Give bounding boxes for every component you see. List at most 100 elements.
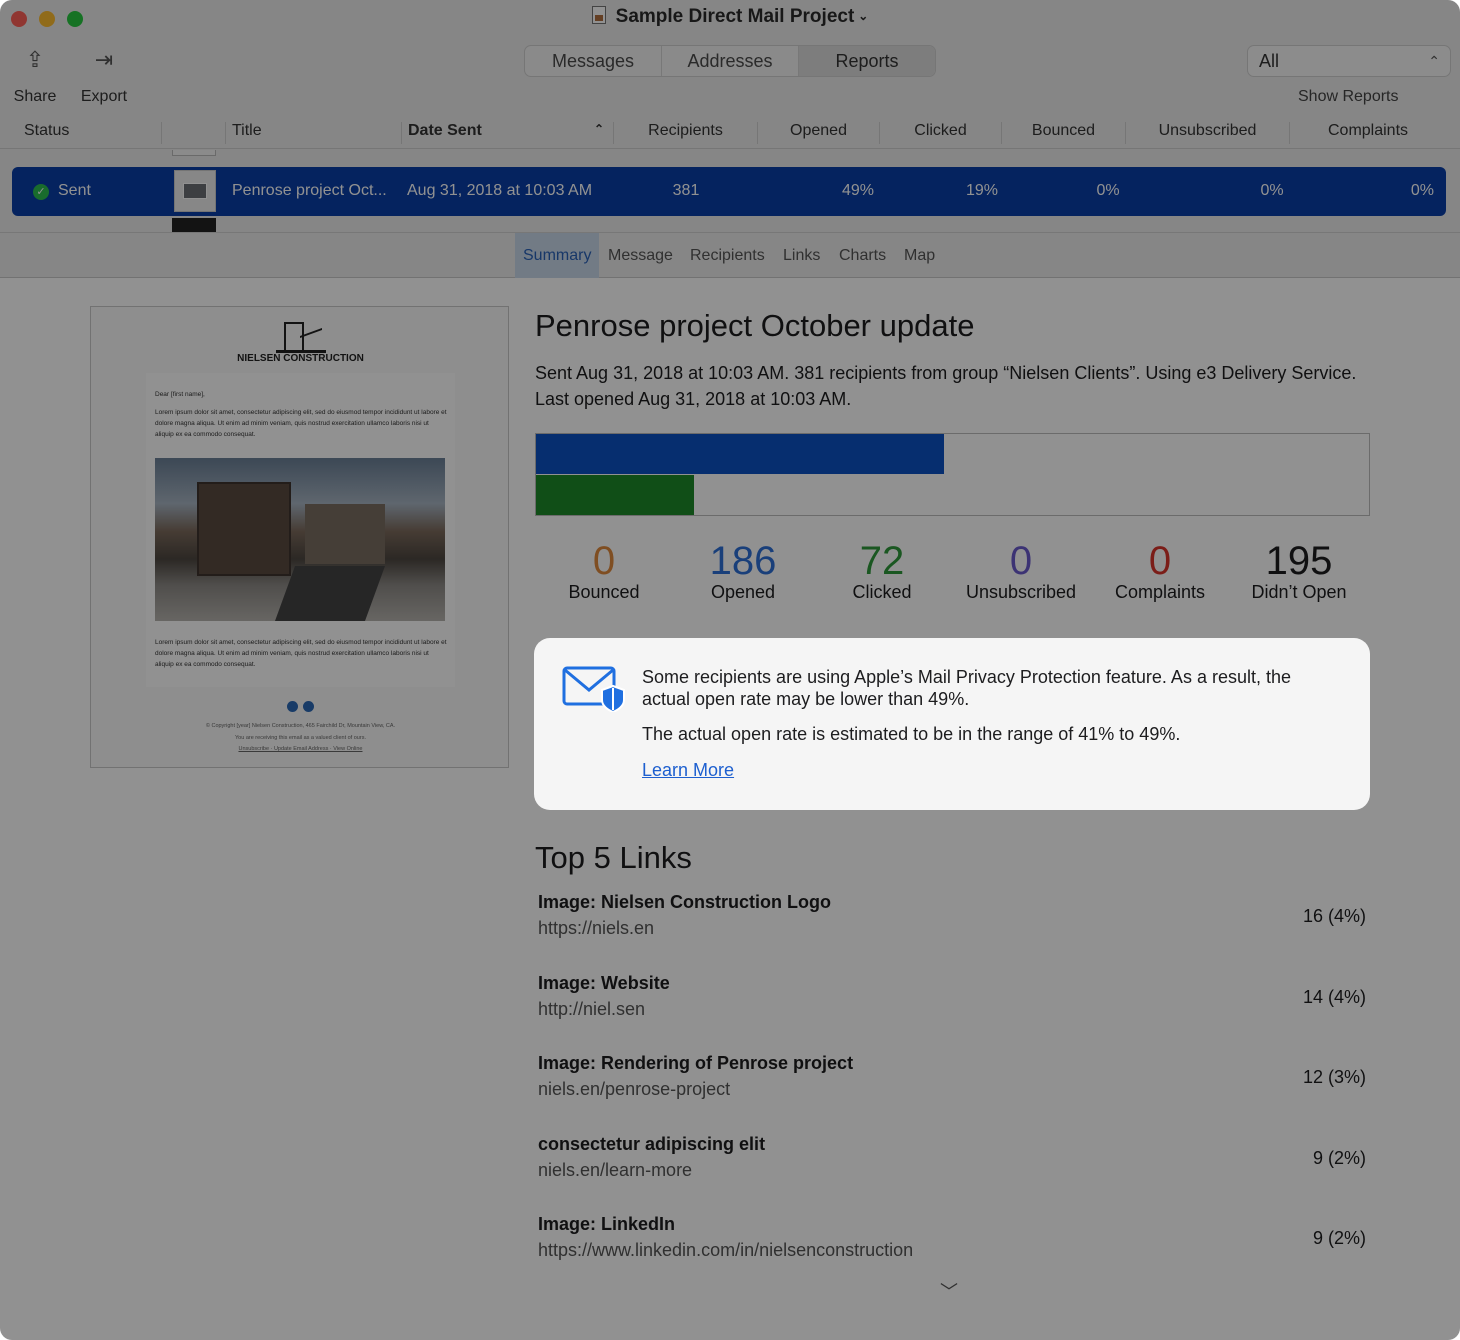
stat-bounced: 0 Bounced	[534, 536, 674, 603]
prev-row-thumbnail[interactable]	[172, 150, 216, 156]
export-label: Export	[80, 88, 128, 105]
export-button[interactable]: ⇥ Export	[74, 44, 134, 114]
stat-didnt-open-value: 195	[1265, 539, 1333, 583]
building-icon	[275, 321, 326, 353]
row-complaints: 0%	[1410, 182, 1434, 199]
row-opened: 49%	[841, 182, 875, 199]
opened-bar	[536, 434, 944, 474]
column-recipients[interactable]: Recipients	[614, 122, 758, 144]
share-button[interactable]: ⇪ Share	[5, 44, 65, 114]
show-reports-label: Show Reports	[1298, 88, 1399, 105]
linkedin-icon	[303, 701, 314, 712]
column-date-sent[interactable]: Date Sent ⌃	[408, 122, 614, 144]
website-icon	[287, 701, 298, 712]
email-paragraph-2: Lorem ipsum dolor sit amet, consectetur …	[155, 639, 447, 668]
stat-clicked: 72 Clicked	[812, 536, 952, 603]
tab-reports[interactable]: Reports	[799, 46, 935, 76]
next-row-thumbnail[interactable]	[172, 218, 216, 232]
updown-chevron-icon: ⌃	[1428, 53, 1440, 69]
column-clicked[interactable]: Clicked	[880, 122, 1002, 144]
report-subtabs: Summary Message Recipients Links Charts …	[0, 232, 1460, 278]
link-title: Image: Website	[538, 973, 670, 993]
stat-bounced-value: 0	[592, 539, 616, 583]
link-title: consectetur adipiscing elit	[538, 1134, 766, 1154]
export-icon: ⇥	[94, 47, 114, 72]
tab-messages[interactable]: Messages	[525, 46, 662, 76]
subtab-map[interactable]: Map	[896, 233, 943, 278]
link-item[interactable]: Image: Website http://niel.sen 14 (4%)	[538, 973, 1368, 1043]
messages-table: ✓ Sent Penrose project Oct... Aug 31, 20…	[0, 150, 1460, 232]
subtab-message[interactable]: Message	[600, 233, 681, 278]
stat-unsubscribed: 0 Unsubscribed	[951, 536, 1091, 603]
report-filter-select[interactable]: All ⌃	[1247, 45, 1451, 77]
rendering-image	[155, 458, 445, 621]
link-count: 9 (2%)	[1312, 1228, 1366, 1248]
clicked-bar	[536, 475, 694, 515]
column-title[interactable]: Title	[232, 122, 402, 144]
stat-opened-label: Opened	[710, 582, 776, 602]
row-bounced: 0%	[1096, 182, 1120, 199]
subtab-links[interactable]: Links	[775, 233, 828, 278]
link-title: Image: Rendering of Penrose project	[538, 1053, 854, 1073]
email-preview[interactable]: NIELSEN CONSTRUCTION Dear [first name], …	[90, 306, 509, 768]
stat-clicked-label: Clicked	[852, 582, 912, 602]
stat-unsubscribed-value: 0	[1009, 539, 1033, 583]
privacy-notice-text: Some recipients are using Apple’s Mail P…	[642, 667, 1291, 709]
link-url: niels.en/penrose-project	[538, 1079, 731, 1099]
link-url: http://niel.sen	[538, 999, 646, 1019]
stat-complaints-value: 0	[1148, 539, 1172, 583]
document-icon	[591, 6, 606, 24]
link-item[interactable]: Image: Nielsen Construction Logo https://…	[538, 892, 1368, 962]
link-count: 16 (4%)	[1302, 906, 1366, 926]
column-unsubscribed[interactable]: Unsubscribed	[1126, 122, 1290, 144]
link-title: Image: Nielsen Construction Logo	[538, 892, 832, 912]
stat-complaints: 0 Complaints	[1090, 536, 1230, 603]
stat-opened: 186 Opened	[673, 536, 813, 603]
email-footer-note: You are receiving this email as a valued…	[235, 735, 366, 741]
top-links-title: Top 5 Links	[535, 840, 692, 875]
subtab-charts[interactable]: Charts	[831, 233, 894, 278]
column-opened[interactable]: Opened	[758, 122, 880, 144]
email-body: Dear [first name], Lorem ipsum dolor sit…	[146, 373, 455, 687]
email-footer-copyright: © Copyright [year] Nielsen Construction,…	[205, 723, 396, 729]
row-unsubscribed: 0%	[1260, 182, 1284, 199]
window-title-text: Sample Direct Mail Project	[615, 6, 855, 27]
privacy-estimate-text: The actual open rate is estimated to be …	[642, 724, 1181, 744]
column-thumbnail[interactable]	[162, 122, 226, 144]
tab-addresses[interactable]: Addresses	[662, 46, 799, 76]
chevron-down-icon[interactable]: ﹀	[940, 1278, 958, 1304]
privacy-notice: Some recipients are using Apple’s Mail P…	[534, 638, 1370, 810]
email-paragraph-1: Lorem ipsum dolor sit amet, consectetur …	[155, 409, 447, 438]
mail-shield-icon	[562, 666, 625, 712]
link-item[interactable]: Image: LinkedIn https://www.linkedin.com/…	[538, 1214, 1368, 1284]
column-status[interactable]: Status	[24, 122, 162, 144]
email-greeting: Dear [first name],	[155, 391, 205, 398]
link-url: https://www.linkedin.com/in/nielsenconst…	[538, 1240, 914, 1260]
link-item[interactable]: Image: Rendering of Penrose project niels…	[538, 1053, 1368, 1123]
link-count: 14 (4%)	[1302, 987, 1366, 1007]
share-icon: ⇪	[25, 47, 45, 72]
column-date-sent-label: Date Sent	[408, 122, 482, 139]
column-bounced[interactable]: Bounced	[1002, 122, 1126, 144]
table-row-selected[interactable]: ✓ Sent Penrose project Oct... Aug 31, 20…	[12, 167, 1446, 216]
engagement-bar-chart	[535, 433, 1370, 516]
view-segmented-control: Messages Addresses Reports	[524, 45, 936, 77]
window-title[interactable]: Sample Direct Mail Project ⌄	[0, 6, 1460, 28]
table-header: Status Title Date Sent ⌃ Recipients Opene…	[0, 115, 1460, 149]
stat-complaints-label: Complaints	[1114, 582, 1206, 602]
subtab-summary[interactable]: Summary	[515, 233, 600, 278]
link-item[interactable]: consectetur adipiscing elit niels.en/lear…	[538, 1134, 1368, 1204]
filter-value: All	[1259, 51, 1280, 71]
stat-clicked-value: 72	[859, 539, 905, 583]
row-title: Penrose project Oct...	[232, 182, 387, 199]
subtab-recipients[interactable]: Recipients	[682, 233, 773, 278]
learn-more-link[interactable]: Learn More	[642, 760, 734, 781]
row-status: Sent	[58, 182, 91, 199]
column-complaints[interactable]: Complaints	[1290, 122, 1446, 144]
row-thumbnail	[174, 170, 216, 212]
row-clicked: 19%	[965, 182, 999, 199]
report-description: Sent Aug 31, 2018 at 10:03 AM. 381 recip…	[535, 363, 1357, 409]
link-count: 9 (2%)	[1312, 1148, 1366, 1168]
email-footer-links: Unsubscribe · Update Email Address · Vie…	[238, 746, 363, 752]
link-url: https://niels.en	[538, 918, 655, 938]
